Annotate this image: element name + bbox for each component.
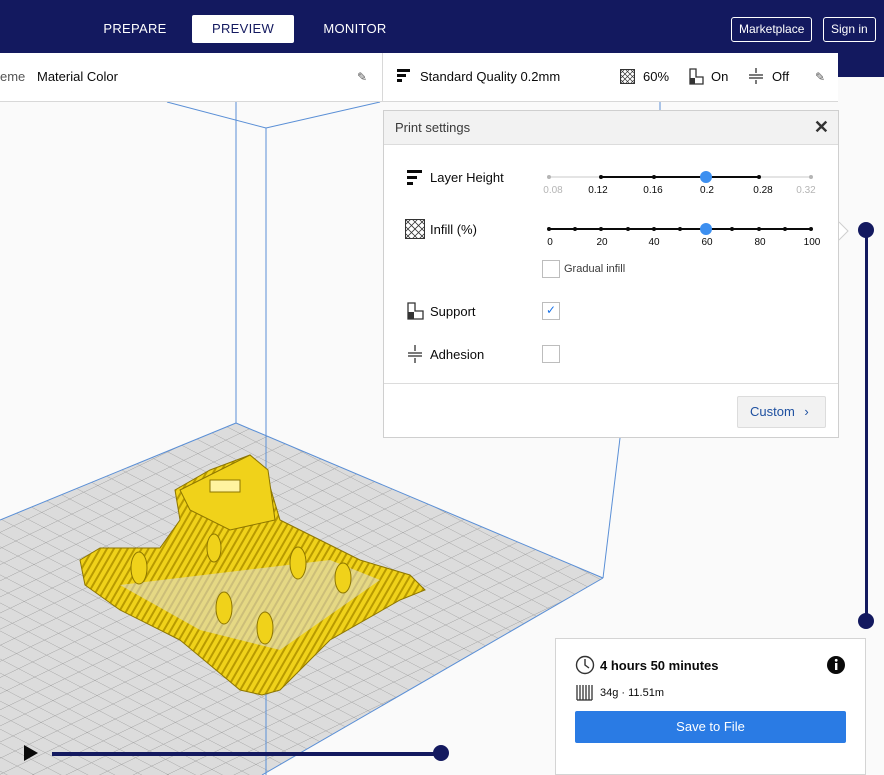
tick-label: 0.28 <box>753 185 773 196</box>
save-to-file-button[interactable]: Save to File <box>575 711 846 743</box>
layer-slider-bottom-handle[interactable] <box>858 613 874 629</box>
pencil-icon[interactable]: ✎ <box>357 71 369 83</box>
simulation-playback-bar <box>0 740 460 770</box>
support-label: Support <box>430 304 476 319</box>
adhesion-checkbox[interactable] <box>542 345 560 363</box>
close-icon[interactable]: ✕ <box>814 117 829 137</box>
playback-track[interactable] <box>52 752 440 756</box>
infill-icon <box>620 69 635 84</box>
support-icon <box>407 302 424 320</box>
print-time: 4 hours 50 minutes <box>600 658 719 673</box>
tick-label: 80 <box>754 237 766 248</box>
infill-label: Infill (%) <box>430 222 477 237</box>
print-estimate-panel: 4 hours 50 minutes 34g · 11.51m Save to … <box>555 638 866 775</box>
tick-label: 0.08 <box>543 185 563 196</box>
adhesion-value: Off <box>772 69 790 84</box>
panel-header: Print settings ✕ <box>384 111 838 145</box>
tick-label: 0 <box>547 237 553 248</box>
adhesion-label: Adhesion <box>430 347 485 362</box>
infill-track <box>547 223 813 235</box>
print-setup-bar[interactable]: Standard Quality 0.2mm 60% On Off ✎ <box>383 53 838 102</box>
layer-slider[interactable] <box>865 230 868 621</box>
chevron-right-icon: › <box>804 404 809 419</box>
color-scheme-value: Material Color <box>37 69 118 84</box>
panel-title: Print settings <box>395 120 471 135</box>
color-scheme-label: eme <box>0 69 26 84</box>
layer-indicator-arrow-icon <box>838 221 849 241</box>
playback-handle[interactable] <box>433 745 449 761</box>
layer-height-icon <box>407 170 422 185</box>
layer-height-label: Layer Height <box>430 170 504 185</box>
play-icon[interactable] <box>23 744 39 762</box>
tick-label: 100 <box>803 237 821 248</box>
layer-profile-icon <box>397 69 410 82</box>
gradual-infill-checkbox[interactable] <box>542 260 560 278</box>
infill-slider[interactable]: 0 20 40 60 80 100 <box>547 219 820 249</box>
support-value: On <box>711 69 729 84</box>
adhesion-icon <box>408 345 422 363</box>
layer-height-handle[interactable] <box>700 171 712 183</box>
checkmark-icon: ✓ <box>546 303 557 317</box>
infill-value: 60% <box>643 69 670 84</box>
layer-slider-top-handle[interactable] <box>858 222 874 238</box>
print-settings-panel: Print settings ✕ Layer Height 0.08 0.12 … <box>383 110 839 438</box>
tick-label: 0.16 <box>643 185 663 196</box>
adhesion-icon <box>749 68 763 84</box>
tick-label: 0.2 <box>700 185 714 196</box>
infill-icon <box>405 219 425 239</box>
clock-icon <box>575 655 595 675</box>
tab-prepare[interactable]: PREPARE <box>95 15 175 43</box>
infill-handle[interactable] <box>700 223 712 235</box>
gradual-infill-label: Gradual infill <box>564 263 626 275</box>
tick-label: 40 <box>648 237 660 248</box>
layer-height-track <box>547 171 813 183</box>
tab-monitor[interactable]: MONITOR <box>314 15 396 43</box>
header-strip <box>838 56 884 77</box>
custom-button[interactable]: Custom › <box>737 396 826 428</box>
tick-label: 60 <box>701 237 713 248</box>
sign-in-button[interactable]: Sign in <box>823 17 876 42</box>
tick-label: 20 <box>596 237 608 248</box>
support-icon <box>689 68 704 85</box>
pencil-icon[interactable]: ✎ <box>815 71 827 83</box>
layer-height-slider[interactable]: 0.08 0.12 0.16 0.2 0.28 0.32 <box>543 167 816 197</box>
tab-preview[interactable]: PREVIEW <box>192 15 294 43</box>
top-bar: PREPARE PREVIEW MONITOR Marketplace Sign… <box>0 0 884 56</box>
info-icon[interactable] <box>826 655 846 675</box>
filament-icon <box>576 685 593 701</box>
quality-profile-text: Standard Quality 0.2mm <box>420 69 561 84</box>
custom-button-label: Custom <box>750 404 795 419</box>
color-scheme-bar[interactable]: eme Material Color ✎ <box>0 53 383 102</box>
panel-divider <box>384 383 838 384</box>
material-usage: 34g · 11.51m <box>600 687 665 699</box>
tick-label: 0.12 <box>588 185 608 196</box>
marketplace-button[interactable]: Marketplace <box>731 17 813 42</box>
tick-label: 0.32 <box>796 185 816 196</box>
support-checkbox[interactable]: ✓ <box>542 302 560 320</box>
